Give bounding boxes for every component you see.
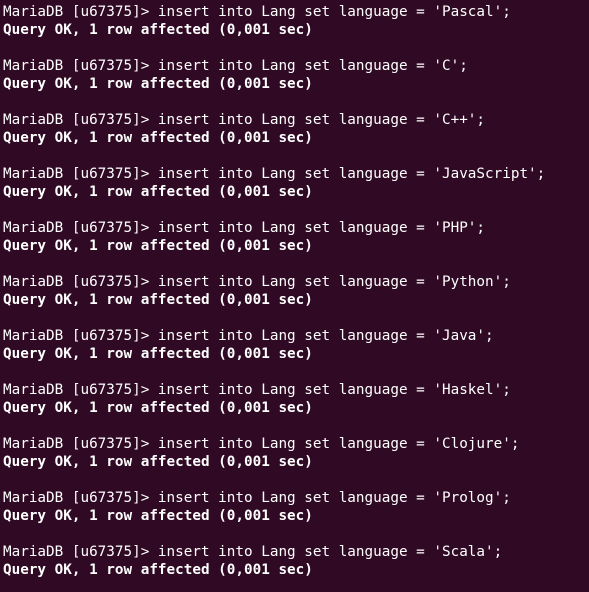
query-result-line: Query OK, 1 row affected (0,001 sec): [3, 76, 313, 92]
empty-line: [3, 363, 589, 381]
sql-command-line: MariaDB [u67375]> insert into Lang set l…: [3, 436, 520, 452]
sql-command-line: MariaDB [u67375]> insert into Lang set l…: [3, 166, 546, 182]
terminal-entry: MariaDB [u67375]> insert into Lang set l…: [3, 147, 589, 201]
terminal-entry: MariaDB [u67375]> insert into Lang set l…: [3, 471, 589, 525]
query-result-line: Query OK, 1 row affected (0,001 sec): [3, 346, 313, 362]
sql-command-line: MariaDB [u67375]> insert into Lang set l…: [3, 274, 511, 290]
sql-command-line: MariaDB [u67375]> insert into Lang set l…: [3, 328, 494, 344]
sql-command-line: MariaDB [u67375]> insert into Lang set l…: [3, 382, 511, 398]
empty-line: [3, 39, 589, 57]
sql-command-line: MariaDB [u67375]> insert into Lang set l…: [3, 112, 486, 128]
sql-command-line: MariaDB [u67375]> insert into Lang set l…: [3, 58, 468, 74]
query-result-line: Query OK, 1 row affected (0,001 sec): [3, 22, 313, 38]
query-result-line: Query OK, 1 row affected (0,001 sec): [3, 292, 313, 308]
query-result-line: Query OK, 1 row affected (0,001 sec): [3, 508, 313, 524]
query-result-line: Query OK, 1 row affected (0,001 sec): [3, 454, 313, 470]
terminal-entry: MariaDB [u67375]> insert into Lang set l…: [3, 417, 589, 471]
sql-command-line: MariaDB [u67375]> insert into Lang set l…: [3, 490, 511, 506]
empty-line: [3, 255, 589, 273]
empty-line: [3, 309, 589, 327]
terminal-entry: MariaDB [u67375]> insert into Lang set l…: [3, 201, 589, 255]
empty-line: [3, 147, 589, 165]
terminal-entry: MariaDB [u67375]> insert into Lang set l…: [3, 255, 589, 309]
query-result-line: Query OK, 1 row affected (0,001 sec): [3, 562, 313, 578]
empty-line: [3, 201, 589, 219]
sql-command-line: MariaDB [u67375]> insert into Lang set l…: [3, 220, 486, 236]
terminal-entry: MariaDB [u67375]> insert into Lang set l…: [3, 39, 589, 93]
query-result-line: Query OK, 1 row affected (0,001 sec): [3, 130, 313, 146]
terminal-output: MariaDB [u67375]> insert into Lang set l…: [3, 0, 589, 579]
empty-line: [3, 93, 589, 111]
terminal-entry: MariaDB [u67375]> insert into Lang set l…: [3, 309, 589, 363]
terminal-entry: MariaDB [u67375]> insert into Lang set l…: [3, 363, 589, 417]
sql-command-line: MariaDB [u67375]> insert into Lang set l…: [3, 544, 503, 560]
empty-line: [3, 525, 589, 543]
empty-line: [3, 471, 589, 489]
query-result-line: Query OK, 1 row affected (0,001 sec): [3, 400, 313, 416]
terminal-entry: MariaDB [u67375]> insert into Lang set l…: [3, 525, 589, 579]
terminal-entry: MariaDB [u67375]> insert into Lang set l…: [3, 93, 589, 147]
empty-line: [3, 417, 589, 435]
terminal-window[interactable]: MariaDB [u67375]> insert into Lang set l…: [0, 0, 589, 592]
query-result-line: Query OK, 1 row affected (0,001 sec): [3, 184, 313, 200]
sql-command-line: MariaDB [u67375]> insert into Lang set l…: [3, 4, 511, 20]
query-result-line: Query OK, 1 row affected (0,001 sec): [3, 238, 313, 254]
terminal-entry: MariaDB [u67375]> insert into Lang set l…: [3, 0, 589, 39]
